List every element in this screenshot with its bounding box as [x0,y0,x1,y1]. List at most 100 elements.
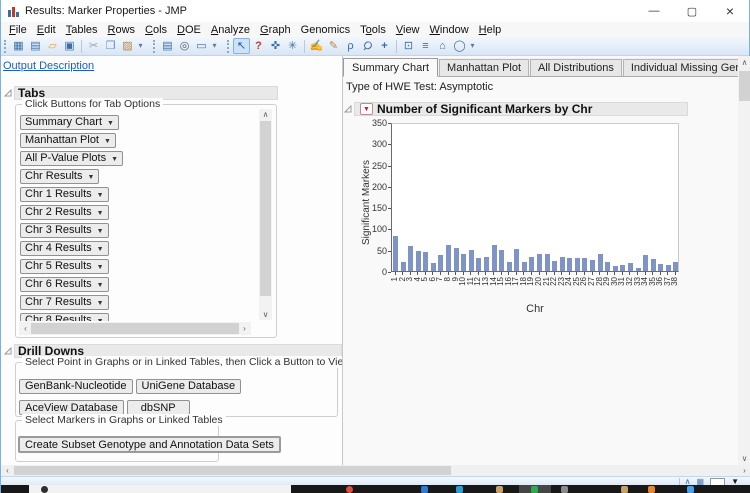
bar-chr-37[interactable] [665,265,671,271]
scrollbar-thumb[interactable] [739,71,750,101]
scroll-right-icon[interactable]: › [238,322,251,333]
scrollbar-thumb[interactable] [31,323,239,334]
help-tool-icon[interactable]: ? [250,38,267,54]
taskbar-light-segment[interactable] [29,485,291,493]
bar-chr-12[interactable] [476,258,482,271]
tab-all-distributions[interactable]: All Distributions [530,59,622,76]
bar-chr-22[interactable] [552,261,558,271]
tab-list-hscrollbar[interactable]: ‹ › [19,322,251,335]
menu-doe[interactable]: DOE [172,24,206,36]
copy-icon[interactable]: ❐ [102,38,119,54]
taskbar-app-icon[interactable] [496,486,503,493]
tab-option-button[interactable]: Summary Chart ▼ [20,115,119,130]
bar-chr-23[interactable] [559,257,565,271]
open-folder-icon[interactable]: ▱ [44,38,61,54]
tab-option-button[interactable]: All P-Value Plots ▼ [20,151,124,166]
bar-chr-20[interactable] [537,254,542,271]
journal-icon[interactable]: ▤ [159,38,176,54]
scroll-right-icon[interactable]: › [738,465,750,476]
scroll-up-icon[interactable]: ∧ [738,57,750,68]
bar-chr-31[interactable] [620,265,626,271]
taskbar-app-icon[interactable] [531,486,538,493]
taskbar[interactable] [1,485,750,493]
tab-manhattan-plot[interactable]: Manhattan Plot [439,59,530,76]
taskbar-app-icon[interactable] [621,486,628,493]
menu-tools[interactable]: Tools [355,24,391,36]
menu-graph[interactable]: Graph [255,24,296,36]
bar-chr-24[interactable] [567,258,573,271]
bar-chr-28[interactable] [597,254,603,271]
disclosure-icon[interactable] [4,347,12,355]
grabber-hand-tool-icon[interactable]: ✍ [308,38,325,54]
tab-option-button[interactable]: Chr 8 Results ▼ [20,313,109,321]
tab-individual-missing-genotype-proportion[interactable]: Individual Missing Genotype Proportion [622,59,738,76]
output-description-link[interactable]: Output Description [3,60,94,72]
bar-chr-8[interactable] [446,245,452,271]
menu-cols[interactable]: Cols [140,24,172,36]
scroll-down-icon[interactable]: ∨ [259,309,272,320]
close-icon[interactable]: × [711,0,749,22]
bar-chr-25[interactable] [574,258,580,271]
bar-chr-30[interactable] [612,266,618,271]
bar-chr-5[interactable] [423,252,429,271]
bar-chr-13[interactable] [483,257,489,271]
menu-analyze[interactable]: Analyze [206,24,255,36]
taskbar-app-icon[interactable] [648,486,655,493]
tab-option-button[interactable]: Chr 2 Results ▼ [20,205,109,220]
bar-chr-33[interactable] [635,268,641,271]
menu-genomics[interactable]: Genomics [296,24,356,36]
scroll-left-icon[interactable]: ‹ [1,465,14,476]
drilldown-button[interactable]: dbSNP [126,400,190,415]
red-triangle-menu-icon[interactable]: ▼ [360,103,373,115]
menu-help[interactable]: Help [474,24,507,36]
layout-icon[interactable]: ▭ [193,38,210,54]
create-subset-button[interactable]: Create Subset Genotype and Annotation Da… [18,436,281,453]
polygon-tool-icon[interactable]: ⌂ [434,38,451,54]
bar-chr-15[interactable] [499,250,505,271]
taskbar-app-icon[interactable] [346,486,353,493]
drilldown-button[interactable]: GenBank-Nucleotide [19,378,133,394]
bar-chr-6[interactable] [430,263,436,271]
drilldown-button[interactable]: UniGene Database [135,378,242,394]
tab-option-button[interactable]: Manhattan Plot ▼ [20,133,116,148]
bar-chr-27[interactable] [590,260,596,271]
disclosure-icon[interactable] [4,89,12,97]
spinner-tool-icon[interactable]: ✳ [284,38,301,54]
taskbar-app-icon[interactable] [421,486,428,493]
scroll-up-icon[interactable]: ∧ [259,109,272,120]
scrollbar-thumb[interactable] [14,466,451,475]
menu-view[interactable]: View [391,24,425,36]
overflow-icon[interactable]: ▾ [468,38,477,54]
bar-chr-17[interactable] [514,249,520,271]
new-data-table-icon[interactable]: ▦ [10,38,27,54]
window-hscrollbar[interactable]: ‹ › [1,465,750,476]
bar-chr-9[interactable] [453,248,459,271]
bar-chr-18[interactable] [521,262,527,271]
tab-option-button[interactable]: Chr 6 Results ▼ [20,277,109,292]
scroll-down-icon[interactable]: ∨ [738,453,750,464]
drilldown-button[interactable]: AceView Database [19,400,124,415]
oval-tool-icon[interactable]: ◯ [451,38,468,54]
tab-option-button[interactable]: Chr 4 Results ▼ [20,241,109,256]
bar-chr-3[interactable] [408,246,414,271]
bar-chr-10[interactable] [461,254,467,271]
bar-chr-21[interactable] [544,254,550,271]
toolbar-drag-handle[interactable] [4,39,7,53]
save-icon[interactable]: ▣ [61,38,78,54]
disclosure-icon[interactable] [344,105,352,113]
tab-summary-chart[interactable]: Summary Chart [343,58,439,77]
menu-rows[interactable]: Rows [103,24,141,36]
tab-option-button[interactable]: Chr Results ▼ [20,169,100,184]
cut-icon[interactable]: ✂ [85,38,102,54]
brush-tool-icon[interactable]: ✎ [325,38,342,54]
right-panel-vscrollbar[interactable]: ∧ ∨ [738,56,750,465]
taskbar-app-icon[interactable] [456,486,463,493]
bar-chr-4[interactable] [415,251,421,271]
taskbar-app-icon[interactable] [41,486,48,493]
scrollbar-thumb[interactable] [260,121,271,296]
bar-chr-2[interactable] [400,262,406,271]
bar-chr-38[interactable] [673,262,679,271]
bar-chr-35[interactable] [650,259,656,271]
minimize-icon[interactable]: — [635,0,673,22]
paste-icon[interactable]: ▨ [119,38,136,54]
